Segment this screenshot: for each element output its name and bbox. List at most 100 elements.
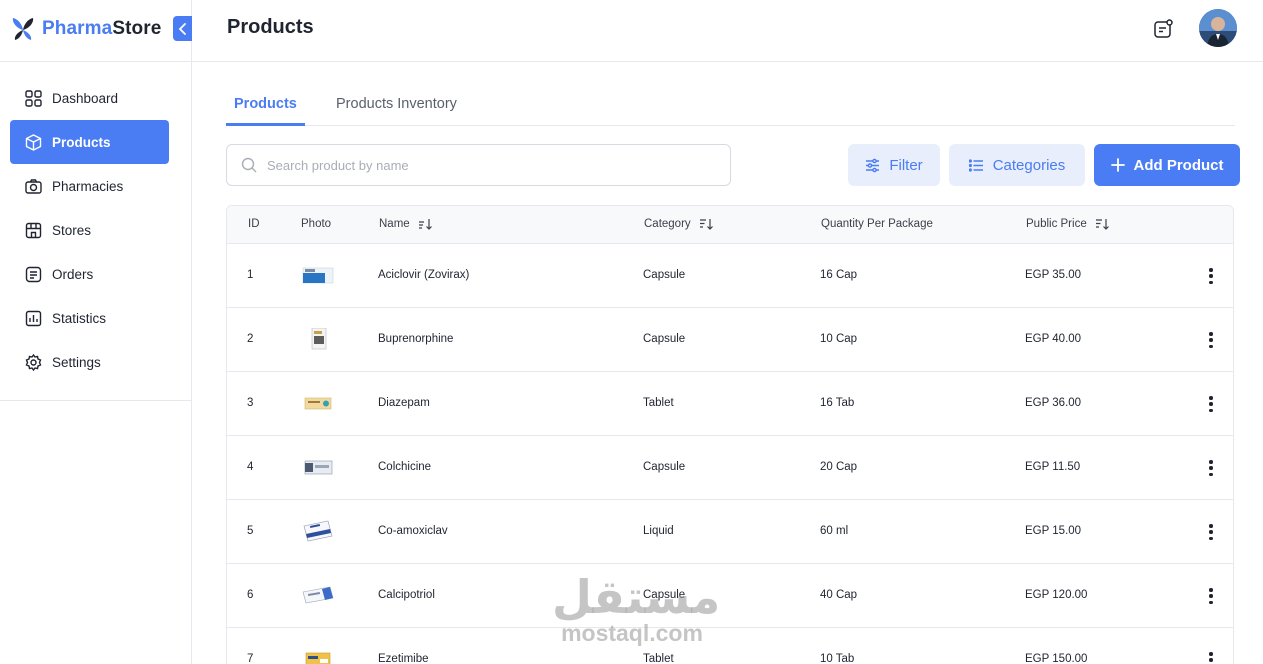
cell-id: 1 [247,269,254,281]
row-actions-menu-icon[interactable] [1205,522,1217,542]
cell-name: Diazepam [378,397,430,409]
cell-quantity: 10 Cap [820,333,858,345]
cell-name: Co-amoxiclav [378,525,448,537]
product-photo [302,586,334,604]
column-header-label: Name [379,218,410,230]
sidebar-item-statistics[interactable]: Statistics [10,296,169,340]
categories-button-label: Categories [992,156,1066,174]
notes-icon[interactable] [1152,18,1174,40]
cell-name: Aciclovir (Zovirax) [378,269,470,281]
sidebar-item-products[interactable]: Products [10,120,169,164]
row-actions-menu-icon[interactable] [1205,650,1217,664]
cell-price: EGP 11.50 [1025,461,1081,473]
cell-id: 3 [247,397,254,409]
sidebar-nav: Dashboard Products Pharmacies Stores Ord… [10,76,169,384]
collapse-sidebar-button[interactable] [173,16,192,41]
cell-quantity: 10 Tab [820,653,855,664]
store-icon [24,221,42,239]
cell-price: EGP 150.00 [1025,653,1088,664]
cell-id: 2 [247,333,254,345]
sidebar-item-label: Pharmacies [52,178,124,194]
table-row[interactable]: 1 Aciclovir (Zovirax) Capsule 16 Cap EGP… [227,244,1233,308]
cell-category: Tablet [643,397,674,409]
table-row[interactable]: 3 Diazepam Tablet 16 Tab EGP 36.00 [227,372,1233,436]
product-photo [304,460,333,475]
product-photo [311,328,327,350]
column-header-label: Public Price [1026,218,1087,230]
tab-products-inventory[interactable]: Products Inventory [328,90,465,126]
gear-icon [24,353,42,371]
cell-price: EGP 35.00 [1025,269,1082,281]
sidebar-item-stores[interactable]: Stores [10,208,169,252]
sidebar-item-label: Orders [52,266,94,282]
brand-name: PharmaStore [42,18,161,40]
plus-icon [1110,158,1125,172]
box-icon [24,133,42,151]
cell-category: Capsule [643,333,686,345]
product-photo [303,520,333,542]
cell-quantity: 20 Cap [820,461,858,473]
column-header-photo: Photo [301,218,331,230]
cell-quantity: 60 ml [820,525,849,537]
sidebar-item-pharmacies[interactable]: Pharmacies [10,164,169,208]
product-photo [302,267,334,284]
brand[interactable]: PharmaStore [10,14,161,44]
row-actions-menu-icon[interactable] [1205,394,1217,414]
sidebar-item-orders[interactable]: Orders [10,252,169,296]
product-photo [304,397,332,410]
product-photo [305,652,331,664]
sidebar-item-label: Dashboard [52,90,119,106]
cell-quantity: 16 Cap [820,269,858,281]
sidebar-item-label: Settings [52,354,101,370]
cell-price: EGP 36.00 [1025,397,1082,409]
tab-bar: Products Products Inventory [226,90,1235,126]
sidebar-item-label: Products [52,134,111,150]
row-actions-menu-icon[interactable] [1205,458,1217,478]
sidebar-item-settings[interactable]: Settings [10,340,169,384]
sort-icon[interactable] [418,218,434,230]
sidebar-item-label: Statistics [52,310,107,326]
categories-button[interactable]: Categories [949,144,1085,186]
table-row[interactable]: 2 Buprenorphine Capsule 10 Cap EGP 40.00 [227,308,1233,372]
table-row[interactable]: 4 Colchicine Capsule 20 Cap EGP 11.50 [227,436,1233,500]
tab-products[interactable]: Products [226,90,305,126]
cell-name: Colchicine [378,461,432,473]
table-row[interactable]: 6 Calcipotriol Capsule 40 Cap EGP 120.00 [227,564,1233,628]
table-row[interactable]: 5 Co-amoxiclav Liquid 60 ml EGP 15.00 [227,500,1233,564]
column-header-name[interactable]: Name [379,218,434,230]
sidebar-item-dashboard[interactable]: Dashboard [10,76,169,120]
add-product-button[interactable]: Add Product [1094,144,1240,186]
bar-chart-icon [24,309,42,327]
column-header-price[interactable]: Public Price [1026,218,1111,230]
filter-button-label: Filter [889,156,923,174]
cell-id: 4 [247,461,254,473]
row-actions-menu-icon[interactable] [1205,266,1217,286]
cell-name: Buprenorphine [378,333,454,345]
avatar[interactable] [1199,9,1237,47]
header-divider [0,61,1263,62]
brand-name-part2: Store [112,18,162,39]
grid-icon [24,89,42,107]
column-header-id: ID [248,218,260,230]
search-input[interactable] [267,157,687,173]
column-header-label: Quantity Per Package [821,218,933,230]
cell-quantity: 16 Tab [820,397,855,409]
brand-logo-icon [12,18,34,40]
filter-button[interactable]: Filter [848,144,940,186]
sort-icon[interactable] [1095,218,1111,230]
cell-id: 6 [247,589,254,601]
row-actions-menu-icon[interactable] [1205,330,1217,350]
cell-category: Liquid [643,525,674,537]
add-product-button-label: Add Product [1133,156,1224,174]
sort-icon[interactable] [699,218,715,230]
table-row[interactable]: 7 Ezetimibe Tablet 10 Tab EGP 150.00 [227,628,1233,664]
list-icon [968,158,983,172]
cell-id: 7 [247,653,254,664]
avatar-image [1199,9,1237,47]
sliders-icon [866,158,880,172]
page-title: Products [227,16,314,38]
cell-category: Capsule [643,461,686,473]
search-icon [241,157,257,173]
column-header-category[interactable]: Category [644,218,715,230]
row-actions-menu-icon[interactable] [1205,586,1217,606]
